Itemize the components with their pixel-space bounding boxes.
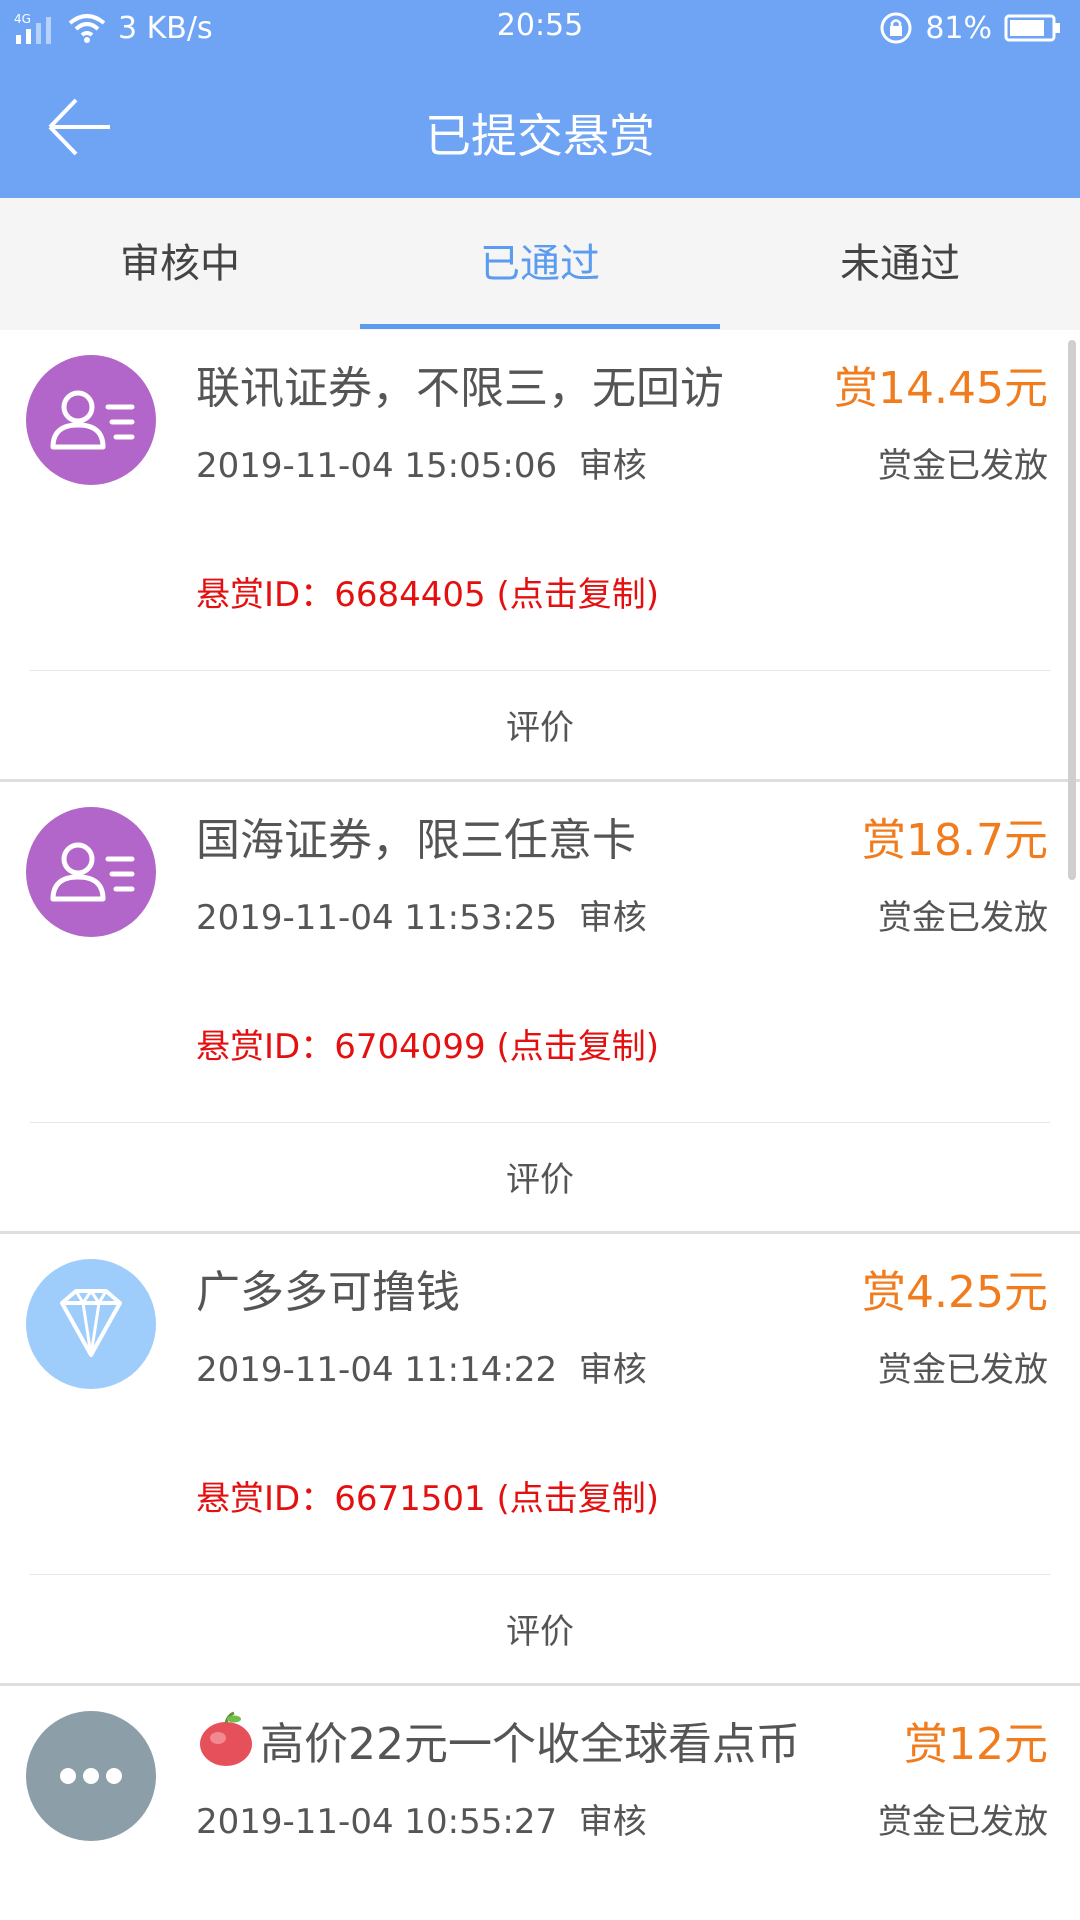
reward-amount: 赏12元 xyxy=(904,1719,1048,1770)
battery-percent: 81% xyxy=(925,10,992,46)
reward-id-copy[interactable]: 悬赏ID：6671501 (点击复制) xyxy=(196,1471,659,1520)
task-meta: 2019-11-04 15:05:06 审核 xyxy=(196,438,647,487)
list-item[interactable]: 高价22元一个收全球看点币 赏12元 2019-11-04 10:55:27 审… xyxy=(0,1686,1080,1920)
task-title: 国海证券，限三任意卡 xyxy=(196,815,636,866)
tab-approved[interactable]: 已通过 xyxy=(360,198,720,330)
task-stage: 审核 xyxy=(578,446,647,486)
task-title: 广多多可撸钱 xyxy=(196,1267,460,1318)
reward-amount: 赏18.7元 xyxy=(862,815,1048,866)
evaluate-button[interactable]: 评价 xyxy=(0,1604,1080,1653)
task-stage: 审核 xyxy=(578,898,647,938)
evaluate-button[interactable]: 评价 xyxy=(0,1152,1080,1201)
task-title: 高价22元一个收全球看点币 xyxy=(196,1708,800,1772)
task-stage: 审核 xyxy=(578,1350,647,1390)
evaluate-button[interactable]: 评价 xyxy=(0,700,1080,749)
task-title-text: 高价22元一个收全球看点币 xyxy=(260,1719,800,1770)
page-title: 已提交悬赏 xyxy=(425,109,655,163)
payout-status: 赏金已发放 xyxy=(878,446,1048,486)
task-meta: 2019-11-04 11:14:22 审核 xyxy=(196,1342,647,1391)
contact-card-icon xyxy=(26,355,156,485)
contact-card-icon xyxy=(26,807,156,937)
task-title: 联讯证券，不限三，无回访 xyxy=(196,363,724,414)
status-right: 81% xyxy=(879,8,1062,48)
task-stage: 审核 xyxy=(578,1802,647,1842)
reward-id-copy[interactable]: 悬赏ID：6684405 (点击复制) xyxy=(196,567,659,616)
apple-emoji-icon xyxy=(200,1711,252,1766)
payout-status: 赏金已发放 xyxy=(878,1802,1048,1842)
divider xyxy=(30,670,1050,671)
list-item[interactable]: 广多多可撸钱 赏4.25元 2019-11-04 11:14:22 审核 赏金已… xyxy=(0,1234,1080,1686)
tab-rejected[interactable]: 未通过 xyxy=(720,198,1080,330)
divider xyxy=(30,1574,1050,1575)
payout-status: 赏金已发放 xyxy=(878,1350,1048,1390)
battery-icon xyxy=(1004,14,1060,42)
list-item[interactable]: 国海证券，限三任意卡 赏18.7元 2019-11-04 11:53:25 审核… xyxy=(0,782,1080,1234)
status-bar: 4G 3 KB/s 20:55 81% xyxy=(0,0,1080,56)
list-item[interactable]: 联讯证券，不限三，无回访 赏14.45元 2019-11-04 15:05:06… xyxy=(0,330,1080,782)
payout-status: 赏金已发放 xyxy=(878,898,1048,938)
task-date: 2019-11-04 11:14:22 xyxy=(196,1350,558,1390)
reward-amount: 赏14.45元 xyxy=(834,363,1048,414)
app-header: 4G 3 KB/s 20:55 81% 已提交悬赏 xyxy=(0,0,1080,198)
divider xyxy=(30,1122,1050,1123)
more-dots-icon xyxy=(26,1711,156,1841)
tab-bar: 审核中 已通过 未通过 xyxy=(0,198,1080,330)
reward-amount: 赏4.25元 xyxy=(862,1267,1048,1318)
task-date: 2019-11-04 11:53:25 xyxy=(196,898,558,938)
task-meta: 2019-11-04 11:53:25 审核 xyxy=(196,890,647,939)
tab-reviewing[interactable]: 审核中 xyxy=(0,198,360,330)
task-date: 2019-11-04 15:05:06 xyxy=(196,446,558,486)
active-tab-indicator xyxy=(360,324,720,329)
reward-id-copy[interactable]: 悬赏ID：6704099 (点击复制) xyxy=(196,1019,659,1068)
task-date: 2019-11-04 10:55:27 xyxy=(196,1802,558,1842)
task-meta: 2019-11-04 10:55:27 审核 xyxy=(196,1794,647,1843)
diamond-icon xyxy=(26,1259,156,1389)
rotation-lock-icon xyxy=(880,12,912,44)
scrollbar[interactable] xyxy=(1068,340,1076,880)
